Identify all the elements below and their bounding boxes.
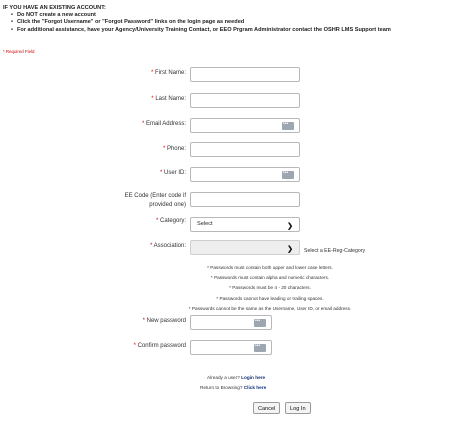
chevron-down-icon: ❯ bbox=[287, 246, 293, 253]
password-rule: * Passwords must be 4 - 20 characters. bbox=[229, 285, 311, 291]
cancel-button[interactable]: Cancel bbox=[253, 402, 281, 414]
email-input[interactable] bbox=[190, 118, 300, 133]
association-hint: Select a EE-Reg-Category bbox=[304, 248, 366, 254]
new-password-label: * New password bbox=[142, 318, 186, 324]
email-label: * Email Address: bbox=[141, 121, 186, 127]
last-name-label: * Last Name: bbox=[151, 96, 186, 102]
return-browsing-line: Return to Browsing? Click here bbox=[200, 385, 267, 390]
password-rule: * Passwords must contain both upper and … bbox=[207, 265, 333, 270]
password-rule: * Passwords cannot be the same as the Us… bbox=[188, 305, 352, 311]
first-name-label: * First Name: bbox=[150, 70, 186, 76]
user-id-input[interactable] bbox=[190, 167, 300, 182]
phone-input[interactable] bbox=[190, 142, 300, 157]
new-password-input[interactable] bbox=[190, 315, 272, 330]
confirm-password-label: * Confirm password bbox=[133, 343, 186, 349]
category-select[interactable]: Select ❯ bbox=[190, 217, 300, 232]
ee-code-input[interactable] bbox=[190, 192, 300, 207]
login-here-link[interactable]: Login here bbox=[241, 375, 265, 380]
category-label: * Category: bbox=[155, 218, 186, 224]
association-label: * Association: bbox=[149, 243, 186, 249]
password-manager-icon[interactable] bbox=[282, 121, 294, 130]
existing-account-notice: IF YOU HAVE AN EXISTING ACCOUNT: Do NOT … bbox=[3, 5, 391, 34]
password-rule: * Passwords cannot have leading or trail… bbox=[216, 295, 324, 301]
association-select[interactable]: ❯ bbox=[190, 240, 300, 255]
password-manager-icon[interactable] bbox=[282, 170, 294, 179]
click-here-link[interactable]: Click here bbox=[244, 385, 266, 390]
password-rules: * Passwords must contain both upper and … bbox=[160, 263, 380, 314]
password-manager-icon[interactable] bbox=[254, 343, 266, 352]
password-rule: * Passwords must contain alpha and numer… bbox=[210, 275, 330, 281]
last-name-input[interactable] bbox=[190, 93, 300, 108]
login-button[interactable]: Log In bbox=[285, 402, 311, 414]
ee-code-label: EE Code (Enter code if provided one) bbox=[124, 193, 186, 208]
phone-label: * Phone: bbox=[162, 146, 186, 152]
already-user-line: Already a user? Login here bbox=[207, 375, 266, 380]
notice-list: Do NOT create a new account Click the "F… bbox=[3, 12, 391, 34]
user-id-label: * User ID: bbox=[159, 170, 186, 176]
chevron-down-icon: ❯ bbox=[287, 223, 293, 230]
password-manager-icon[interactable] bbox=[254, 318, 266, 327]
confirm-password-input[interactable] bbox=[190, 340, 272, 355]
notice-title: IF YOU HAVE AN EXISTING ACCOUNT: bbox=[3, 5, 106, 11]
first-name-input[interactable] bbox=[190, 67, 300, 82]
notice-item: For additional assistance, have your Age… bbox=[11, 27, 391, 34]
required-field-note: * Required Field bbox=[3, 49, 35, 54]
notice-item: Do NOT create a new account bbox=[11, 12, 391, 19]
notice-item: Click the "Forgot Username" or "Forgot P… bbox=[11, 19, 391, 26]
